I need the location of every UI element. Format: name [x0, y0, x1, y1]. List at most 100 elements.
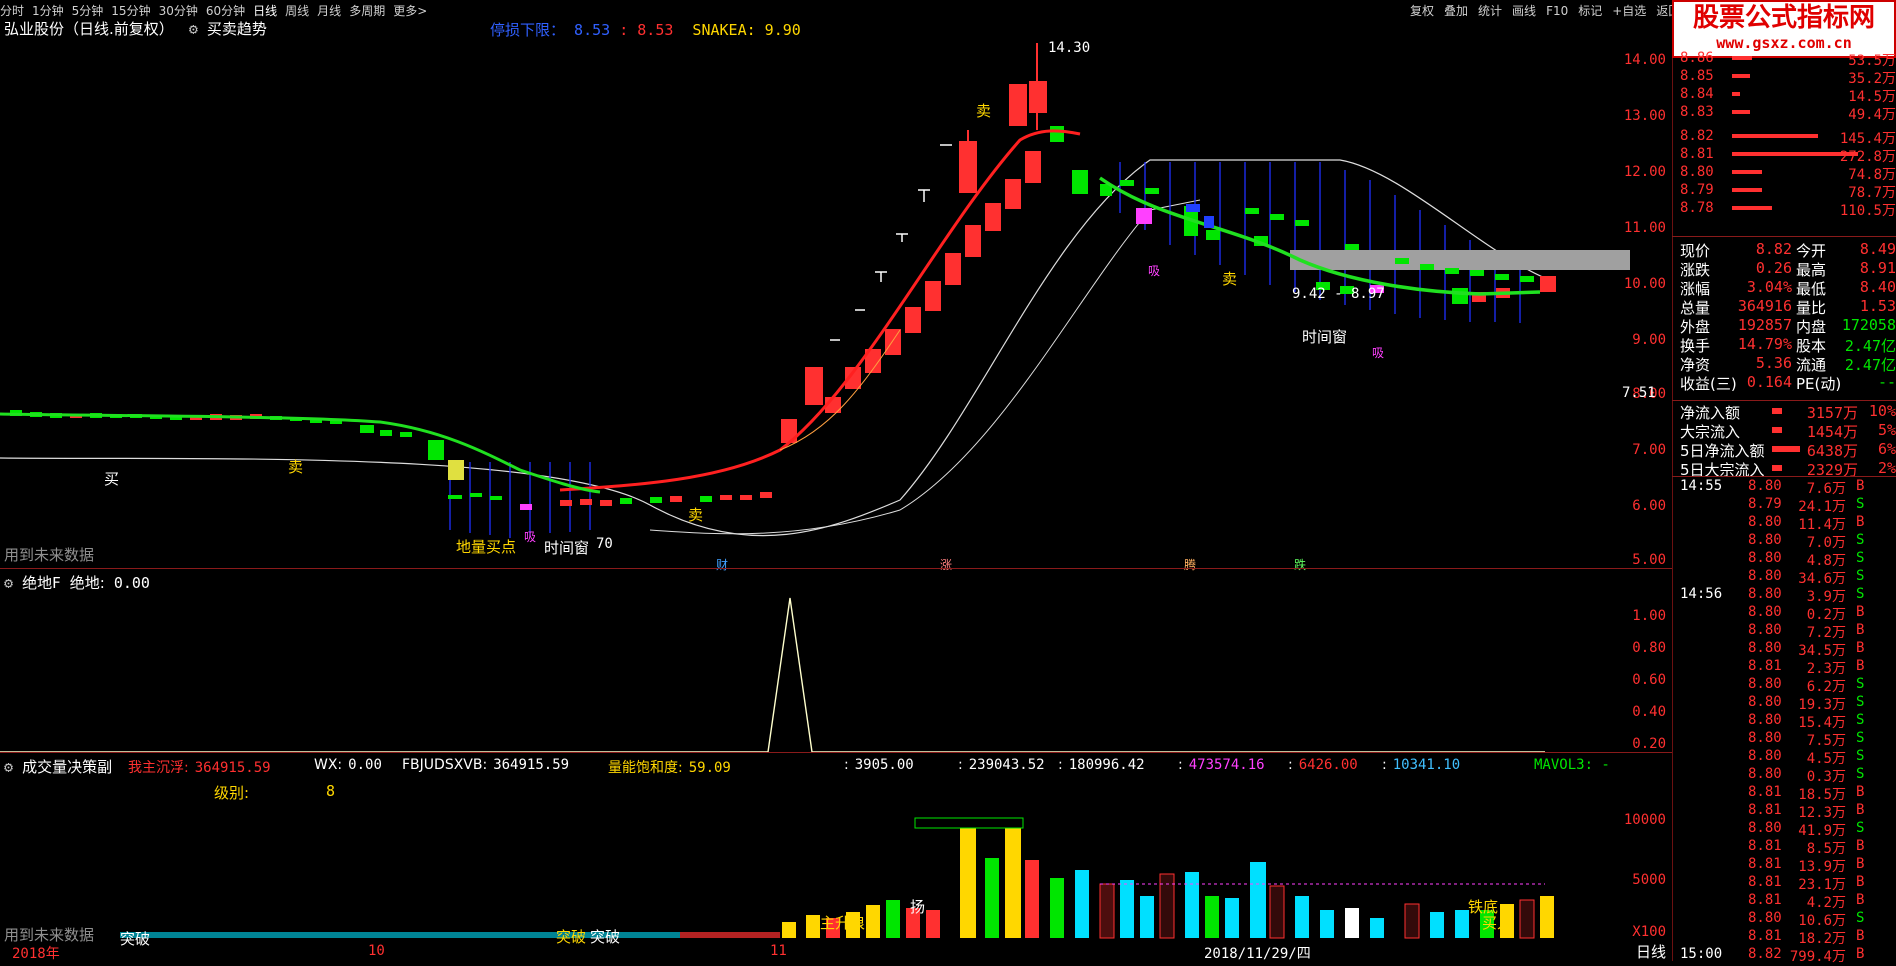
- panel3-field-value: 10341.10: [1392, 757, 1461, 773]
- quote-label: 最高: [1796, 261, 1827, 279]
- period-tab-7[interactable]: 周线: [285, 4, 309, 18]
- tick-side: S: [1856, 568, 1865, 584]
- tick-price: 8.80: [1748, 514, 1782, 530]
- panel3-field: :473574.16: [1178, 757, 1265, 773]
- absorb-label-3: 吸: [1372, 346, 1385, 360]
- orderbook-price: 8.83: [1680, 104, 1714, 120]
- channel-upper-line: [0, 159, 1546, 537]
- quote-label: 流通: [1796, 356, 1827, 374]
- price-tick: 13.00: [1623, 108, 1666, 124]
- tick-volume: 6.2万: [1806, 679, 1846, 695]
- flow-pct: 2%: [1877, 459, 1896, 477]
- tick-row: 8.80 7.0万 S: [1680, 532, 1896, 551]
- quote-value: 8.40: [1859, 278, 1896, 296]
- quote-divider: [1672, 400, 1896, 401]
- tick-price: 8.81: [1748, 928, 1782, 944]
- tool-button-0[interactable]: 复权: [1410, 4, 1434, 18]
- period-tab-10[interactable]: 更多>: [393, 4, 427, 18]
- tick-volume: 0.3万: [1806, 769, 1846, 785]
- panel3-field: WX: 0.00: [314, 757, 382, 773]
- panel2-tick: 0.20: [1632, 736, 1666, 752]
- tick-side: B: [1856, 604, 1865, 620]
- orderbook-volume: 78.7万: [1848, 185, 1896, 201]
- period-tab-3[interactable]: 15分钟: [111, 4, 150, 18]
- base-price-label: 70: [596, 536, 613, 552]
- period-tab-2[interactable]: 5分钟: [72, 4, 104, 18]
- tool-button-1[interactable]: 叠加: [1444, 4, 1468, 18]
- tick-side: B: [1856, 640, 1865, 656]
- panel3-field-value: 180996.42: [1068, 757, 1145, 773]
- event-tag-finance[interactable]: 财: [716, 556, 728, 573]
- tick-price: 8.80: [1748, 676, 1782, 692]
- tool-button-4[interactable]: F10: [1546, 4, 1568, 18]
- period-tab-4[interactable]: 30分钟: [159, 4, 198, 18]
- orderbook-row: 8.84 14.5万: [1680, 86, 1896, 105]
- event-tag-soar[interactable]: 腾: [1184, 556, 1196, 573]
- tick-side: B: [1856, 928, 1865, 944]
- tick-volume: 24.1万: [1798, 499, 1846, 515]
- tick-volume: 34.5万: [1798, 643, 1846, 659]
- orderbook-price: 8.80: [1680, 164, 1714, 180]
- panel3-field-label: :: [1178, 757, 1183, 773]
- panel3-divider: [0, 752, 1672, 753]
- logo-title: 股票公式指标网: [1692, 3, 1875, 33]
- volume-tick: 10000: [1623, 812, 1666, 828]
- quote-label: 净资: [1680, 356, 1711, 374]
- tick-price: 8.80: [1748, 820, 1782, 836]
- x-axis-year: 2018年: [12, 946, 60, 962]
- tool-button-6[interactable]: +自选: [1612, 4, 1646, 18]
- tick-side: B: [1856, 514, 1865, 530]
- tick-volume: 8.5万: [1806, 841, 1846, 857]
- period-tab-1[interactable]: 1分钟: [32, 4, 64, 18]
- tick-side: S: [1856, 532, 1865, 548]
- tick-row: 8.80 41.9万 S: [1680, 820, 1896, 839]
- panel3-field: :239043.52: [958, 757, 1045, 773]
- period-tab-6[interactable]: 日线: [253, 4, 277, 18]
- tick-volume: 13.9万: [1798, 859, 1846, 875]
- price-tick: 5.00: [1632, 552, 1666, 568]
- tick-price: 8.80: [1748, 640, 1782, 656]
- tick-side: S: [1856, 496, 1865, 512]
- tick-row: 8.80 34.5万 B: [1680, 640, 1896, 659]
- tick-time: 15:00: [1680, 946, 1723, 962]
- orderbook-bar: [1732, 206, 1772, 210]
- panel2-chart[interactable]: [0, 590, 1672, 760]
- high-price-label: 14.30: [1048, 40, 1091, 56]
- sell-signal-4: 卖: [1222, 270, 1238, 288]
- tick-volume: 7.6万: [1806, 481, 1846, 497]
- flow-bar: [1772, 465, 1782, 471]
- panel3-field-value: 473574.16: [1188, 757, 1265, 773]
- main-kline-chart[interactable]: [0, 30, 1672, 570]
- panel2-tick: 1.00: [1632, 608, 1666, 624]
- panel3-field-label: :: [844, 757, 849, 773]
- panel3-settings-icon[interactable]: ⚙: [4, 758, 13, 776]
- orderbook-volume: 14.5万: [1848, 89, 1896, 105]
- quote-label: 换手: [1680, 337, 1711, 355]
- period-tab-9[interactable]: 多周期: [349, 4, 385, 18]
- event-tag-rise[interactable]: 涨: [940, 556, 952, 573]
- panel3-field: :180996.42: [1058, 757, 1145, 773]
- panel3-name[interactable]: 成交量决策副: [22, 758, 112, 776]
- event-tag-fall[interactable]: 跌: [1294, 556, 1306, 573]
- resistance-band: [1290, 250, 1630, 270]
- tool-button-5[interactable]: 标记: [1578, 4, 1602, 18]
- quote-row: 涨幅 3.04% 最低 8.40: [1680, 278, 1896, 298]
- orderbook-bar: [1732, 74, 1750, 78]
- tool-button-2[interactable]: 统计: [1478, 4, 1502, 18]
- period-tab-5[interactable]: 60分钟: [206, 4, 245, 18]
- orderbook-volume: 272.8万: [1839, 149, 1896, 165]
- orderbook-bar: [1732, 188, 1762, 192]
- quote-value: 172058: [1841, 316, 1896, 334]
- flow-pct: 6%: [1877, 440, 1896, 458]
- tick-price: 8.81: [1748, 892, 1782, 908]
- tool-button-3[interactable]: 画线: [1512, 4, 1536, 18]
- chart-right-border: [1672, 18, 1673, 961]
- tick-row: 8.81 12.3万 B: [1680, 802, 1896, 821]
- period-tab-8[interactable]: 月线: [317, 4, 341, 18]
- tick-price: 8.80: [1748, 550, 1782, 566]
- panel3-field-label: 我主沉浮:: [128, 760, 189, 776]
- buy-in-signal: 买入: [1482, 914, 1513, 932]
- period-tab-0[interactable]: 分时: [0, 4, 24, 18]
- price-tick: 9.00: [1632, 332, 1666, 348]
- orderbook-row: 8.86 53.5万: [1680, 50, 1896, 69]
